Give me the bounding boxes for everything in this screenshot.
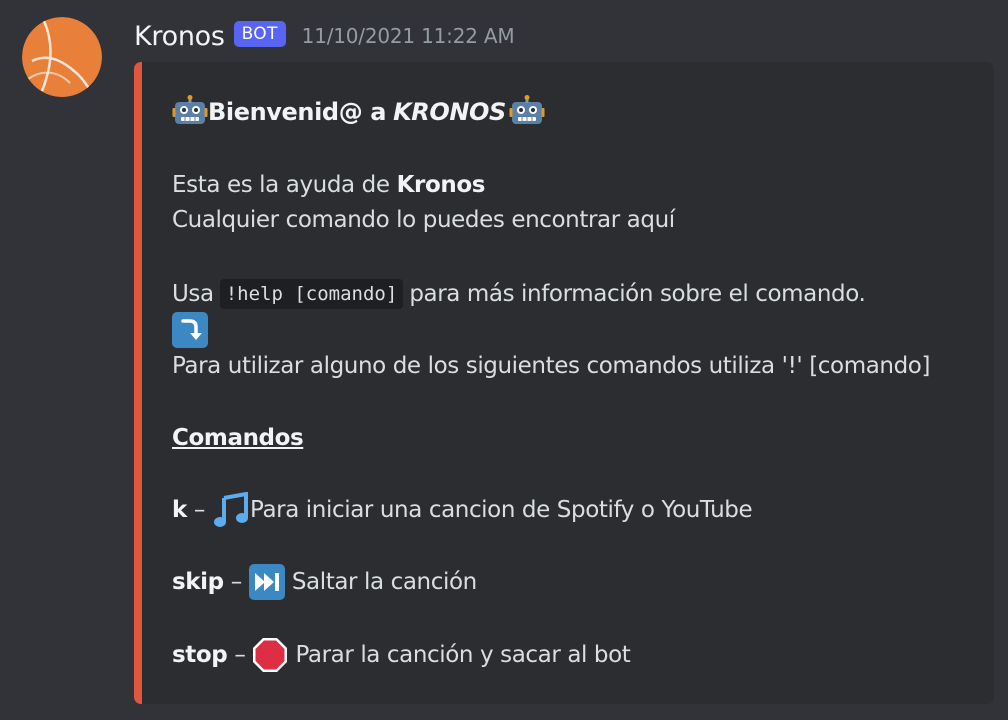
command-item: stop – Parar la canción y sacar al bot (172, 638, 631, 672)
robot-icon (509, 95, 545, 124)
usa-prefix: Usa (172, 281, 214, 307)
find-line: Cualquier comando lo puedes encontrar aq… (172, 207, 675, 233)
music-notes-icon (214, 492, 249, 527)
usage-line: Para utilizar alguno de los siguientes c… (172, 353, 931, 379)
usa-suffix: para más información sobre el comando. (409, 281, 866, 307)
help-line: Esta es la ayuda de Kronos (172, 168, 485, 202)
chat-message: Kronos BOT 11/10/2021 11:22 AM Bienvenid… (0, 0, 1008, 720)
usa-line: Usa !help [comando] para más información… (172, 277, 866, 311)
robot-icon (172, 95, 208, 124)
command-separator: – (193, 497, 206, 523)
username[interactable]: Kronos (134, 21, 225, 52)
help-line-prefix: Esta es la ayuda de (172, 172, 390, 198)
command-description: Para iniciar una cancion de Spotify o Yo… (250, 497, 753, 523)
embed-title-name: KRONOS (393, 98, 506, 126)
message-header: Kronos BOT 11/10/2021 11:22 AM (134, 16, 515, 56)
stop-sign-icon (253, 638, 288, 672)
command-separator: – (234, 642, 246, 668)
command-name: stop (172, 642, 228, 668)
help-command-code: !help [comando] (219, 279, 404, 309)
embed: Bienvenid@ a KRONOS Esta es la ayuda de (134, 62, 994, 704)
embed-title-prefix: Bienvenid@ a (208, 98, 387, 126)
command-name: skip (172, 569, 224, 595)
help-line-bold: Kronos (396, 172, 486, 198)
embed-title: Bienvenid@ a KRONOS (172, 92, 545, 132)
command-separator: – (230, 569, 243, 595)
basketball-icon (22, 17, 102, 97)
arrow-line (172, 312, 208, 348)
command-name: k (172, 497, 187, 523)
command-description: Saltar la canción (291, 569, 477, 595)
commands-heading: Comandos (172, 425, 304, 451)
command-item: k – Para iniciar una cancion de Spotify … (172, 492, 753, 527)
bot-tag: BOT (233, 21, 286, 47)
command-description: Parar la canción y sacar al bot (295, 642, 631, 668)
next-track-icon (248, 564, 285, 600)
command-item: skip – Saltar la canción (172, 564, 477, 600)
timestamp[interactable]: 11/10/2021 11:22 AM (302, 24, 515, 48)
avatar[interactable] (22, 17, 102, 97)
arrow-down-right-icon (172, 312, 208, 348)
